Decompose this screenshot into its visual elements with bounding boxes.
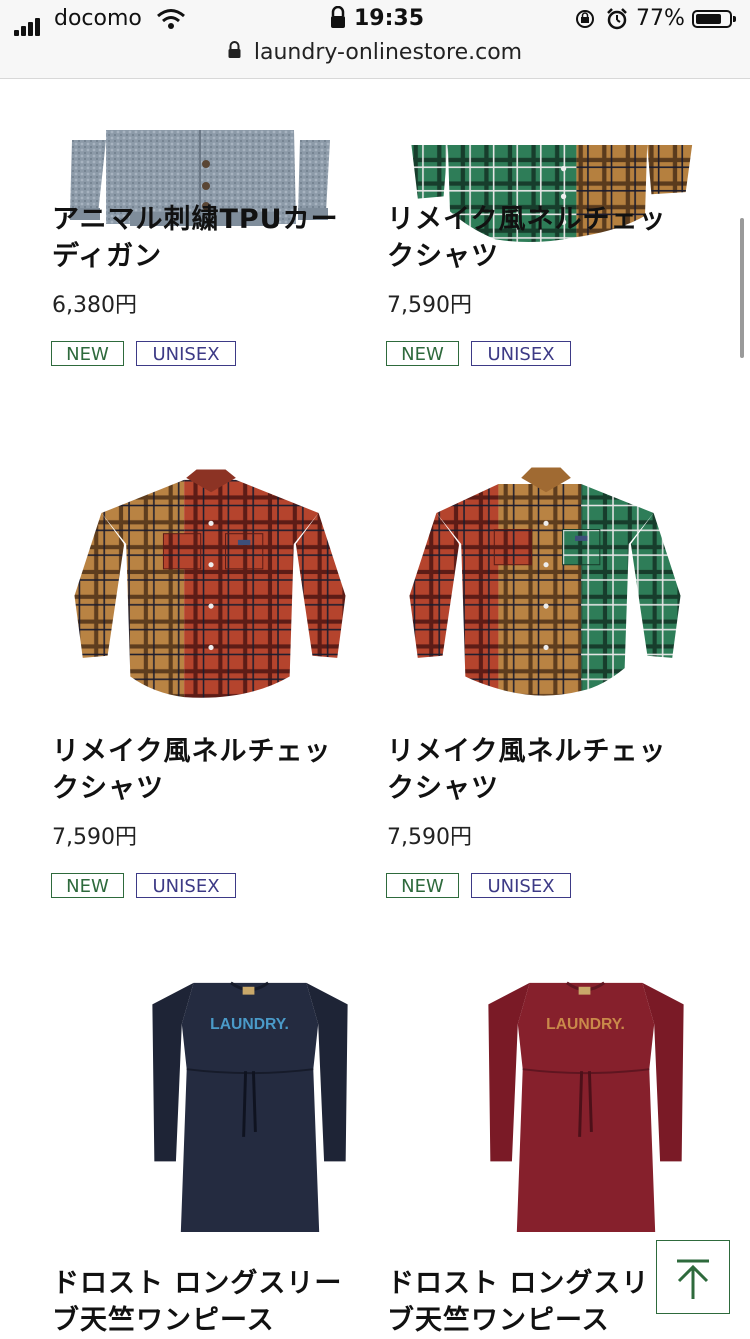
product-name[interactable]: リメイク風ネルチェッ クシャツ [387, 201, 702, 275]
product-grid: アニマル刺繍TPUカー ディガン 6,380円 NEW UNISEX リメイク風… [0, 0, 750, 1336]
battery-icon [692, 10, 736, 28]
signal-icon [14, 11, 42, 36]
product-image[interactable] [60, 458, 360, 718]
rotation-lock-icon [576, 10, 594, 28]
product-price: 7,590円 [52, 825, 137, 850]
new-badge: NEW [386, 873, 459, 898]
new-badge: NEW [386, 341, 459, 366]
clock: 19:35 [354, 6, 425, 31]
carrier-name: docomo [54, 6, 142, 31]
product-name[interactable]: アニマル刺繍TPUカー ディガン [52, 201, 367, 275]
product-price: 7,590円 [387, 293, 472, 318]
back-to-top-button[interactable] [656, 1240, 730, 1314]
unisex-badge: UNISEX [136, 873, 236, 898]
lock-icon [331, 6, 345, 28]
product-price: 6,380円 [52, 293, 137, 318]
product-image[interactable]: LAUNDRY. [436, 975, 736, 1235]
product-image[interactable] [405, 60, 705, 320]
new-badge: NEW [51, 341, 124, 366]
browser-header: docomo 19:35 77% laundry-onlinestore.com [0, 0, 750, 79]
product-image[interactable]: LAUNDRY. [100, 975, 400, 1235]
product-name[interactable]: リメイク風ネルチェッ クシャツ [52, 733, 367, 807]
arrow-up-icon [677, 1259, 709, 1299]
product-name[interactable]: ドロスト ロングスリー ブ天竺ワンピース [52, 1265, 367, 1339]
product-logo: LAUNDRY. [210, 1016, 289, 1033]
product-name[interactable]: ドロスト ロングスリ ブ天竺ワンピース [387, 1265, 702, 1339]
unisex-badge: UNISEX [471, 341, 571, 366]
scrollbar[interactable] [740, 218, 744, 358]
unisex-badge: UNISEX [471, 873, 571, 898]
url-text: laundry-onlinestore.com [253, 40, 523, 65]
product-name[interactable]: リメイク風ネルチェッ クシャツ [387, 733, 702, 807]
wifi-icon [157, 9, 185, 29]
alarm-icon [607, 8, 627, 30]
battery-percent: 77% [636, 6, 685, 31]
product-image[interactable] [395, 458, 695, 718]
product-price: 7,590円 [387, 825, 472, 850]
address-bar[interactable]: laundry-onlinestore.com [0, 40, 750, 65]
product-logo: LAUNDRY. [546, 1016, 625, 1033]
secure-lock-icon [228, 41, 241, 58]
new-badge: NEW [51, 873, 124, 898]
unisex-badge: UNISEX [136, 341, 236, 366]
